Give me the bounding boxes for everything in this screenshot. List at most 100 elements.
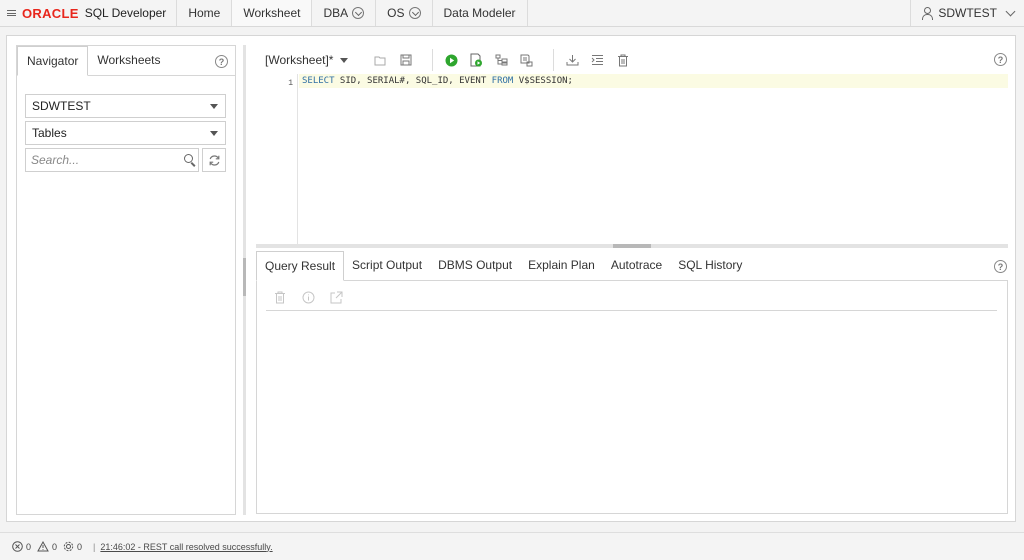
nav-worksheet-label: Worksheet (243, 6, 301, 20)
nav-worksheet[interactable]: Worksheet (231, 0, 312, 26)
errors-indicator[interactable]: 0 (12, 541, 31, 552)
results-tabs: Query Result Script Output DBMS Output E… (256, 251, 1008, 281)
main-frame: Navigator Worksheets ? SDWTEST Tables Se… (6, 35, 1016, 522)
object-type-value: Tables (32, 126, 67, 140)
explain-plan-icon (495, 54, 508, 66)
tab-script-output-label: Script Output (352, 258, 423, 272)
info-icon (302, 291, 314, 304)
worksheet-title: [Worksheet]* (265, 53, 334, 67)
external-link-icon (330, 291, 342, 304)
caret-down-icon (210, 131, 218, 136)
chevron-down-circle-icon (408, 7, 421, 19)
nav-dba-label: DBA (323, 6, 349, 20)
tab-worksheets[interactable]: Worksheets (88, 45, 169, 75)
oracle-logo-text: ORACLE (22, 5, 79, 21)
folder-icon (374, 56, 386, 65)
tab-script-output[interactable]: Script Output (344, 250, 430, 280)
horizontal-splitter-handle[interactable] (613, 244, 651, 248)
help-icon[interactable]: ? (215, 55, 228, 68)
caret-down-icon (340, 57, 349, 63)
open-external-button[interactable] (322, 287, 350, 309)
nav-dba[interactable]: DBA (311, 0, 375, 26)
chevron-down-icon (1005, 6, 1016, 16)
tab-autotrace[interactable]: Autotrace (603, 250, 670, 280)
worksheet-selector[interactable]: [Worksheet]* (256, 53, 349, 67)
top-nav: Home Worksheet DBA OS Data Modeler (176, 0, 528, 26)
app-logo: ORACLE SQL Developer (22, 0, 176, 26)
help-icon[interactable]: ? (994, 53, 1007, 66)
tasks-count: 0 (77, 541, 83, 552)
editor-gutter: 1 (256, 74, 298, 244)
toolbar-edit-group (553, 49, 635, 71)
gear-icon (63, 541, 74, 552)
tab-dbms-output[interactable]: DBMS Output (430, 250, 520, 280)
save-icon (400, 54, 412, 66)
tab-sql-history-label: SQL History (678, 258, 743, 272)
tasks-indicator[interactable]: 0 (63, 541, 82, 552)
download-button[interactable] (560, 49, 585, 71)
navigator-tabs: Navigator Worksheets ? (17, 46, 235, 76)
run-script-button[interactable] (464, 49, 489, 71)
tab-explain-plan[interactable]: Explain Plan (520, 250, 603, 280)
info-button[interactable] (294, 287, 322, 309)
run-statement-icon (445, 54, 458, 66)
caret-down-icon (210, 104, 218, 109)
results-toolbar (266, 285, 997, 311)
connection-select[interactable]: SDWTEST (25, 94, 226, 118)
refresh-icon (209, 154, 219, 166)
download-icon (566, 55, 579, 66)
run-script-icon (470, 53, 483, 67)
vertical-splitter-handle[interactable] (243, 258, 246, 296)
status-bar: 0 0 0 | 21:46:02 - REST call resolved su… (0, 532, 1024, 560)
trash-icon (617, 54, 628, 66)
user-name: SDWTEST (938, 6, 997, 20)
warning-icon (37, 541, 49, 552)
user-icon (921, 7, 934, 20)
sql-code-line[interactable]: SELECT SID, SERIAL#, SQL_ID, EVENT FROM … (302, 76, 573, 86)
sql-keyword: SELECT (302, 76, 335, 86)
nav-os[interactable]: OS (375, 0, 431, 26)
status-separator: | (93, 541, 96, 552)
tab-sql-history[interactable]: SQL History (670, 250, 750, 280)
explain-plan-button[interactable] (489, 49, 514, 71)
open-button[interactable] (368, 49, 393, 71)
nav-home-label: Home (188, 6, 221, 20)
search-input[interactable] (31, 153, 171, 167)
search-box (25, 148, 199, 172)
tab-query-result[interactable]: Query Result (256, 251, 345, 281)
clear-button[interactable] (610, 49, 635, 71)
toolbar-file-group (362, 49, 418, 71)
nav-data-modeler-label: Data Modeler (443, 6, 516, 20)
results-panel (256, 281, 1008, 514)
save-button[interactable] (393, 49, 418, 71)
clear-results-button[interactable] (266, 287, 294, 309)
chevron-down-circle-icon (352, 7, 365, 19)
nav-data-modeler[interactable]: Data Modeler (431, 0, 528, 26)
sql-keyword: FROM (491, 76, 514, 86)
object-type-select[interactable]: Tables (25, 121, 226, 145)
connection-value: SDWTEST (32, 99, 91, 113)
hamburger-menu-icon[interactable] (0, 0, 22, 26)
product-name: SQL Developer (84, 6, 167, 20)
user-menu[interactable]: SDWTEST (910, 0, 1024, 26)
sql-editor[interactable]: 1 SELECT SID, SERIAL#, SQL_ID, EVENT FRO… (256, 74, 1008, 244)
warnings-count: 0 (52, 541, 58, 552)
format-button[interactable] (585, 49, 610, 71)
nav-home[interactable]: Home (176, 0, 231, 26)
run-statement-button[interactable] (439, 49, 464, 71)
autotrace-button[interactable] (514, 49, 539, 71)
toolbar-run-group (432, 49, 539, 71)
tab-navigator[interactable]: Navigator (17, 46, 89, 76)
tab-worksheets-label: Worksheets (97, 53, 161, 67)
trash-icon (275, 291, 285, 304)
worksheet-toolbar: [Worksheet]* ? (256, 47, 1008, 73)
refresh-button[interactable] (202, 148, 226, 172)
tab-query-result-label: Query Result (265, 259, 336, 273)
help-icon[interactable]: ? (994, 260, 1007, 273)
error-icon (12, 541, 23, 552)
line-number: 1 (288, 79, 293, 88)
status-message[interactable]: 21:46:02 - REST call resolved successful… (100, 542, 272, 552)
warnings-indicator[interactable]: 0 (37, 541, 57, 552)
autotrace-icon (520, 54, 533, 66)
search-icon[interactable] (184, 154, 193, 163)
